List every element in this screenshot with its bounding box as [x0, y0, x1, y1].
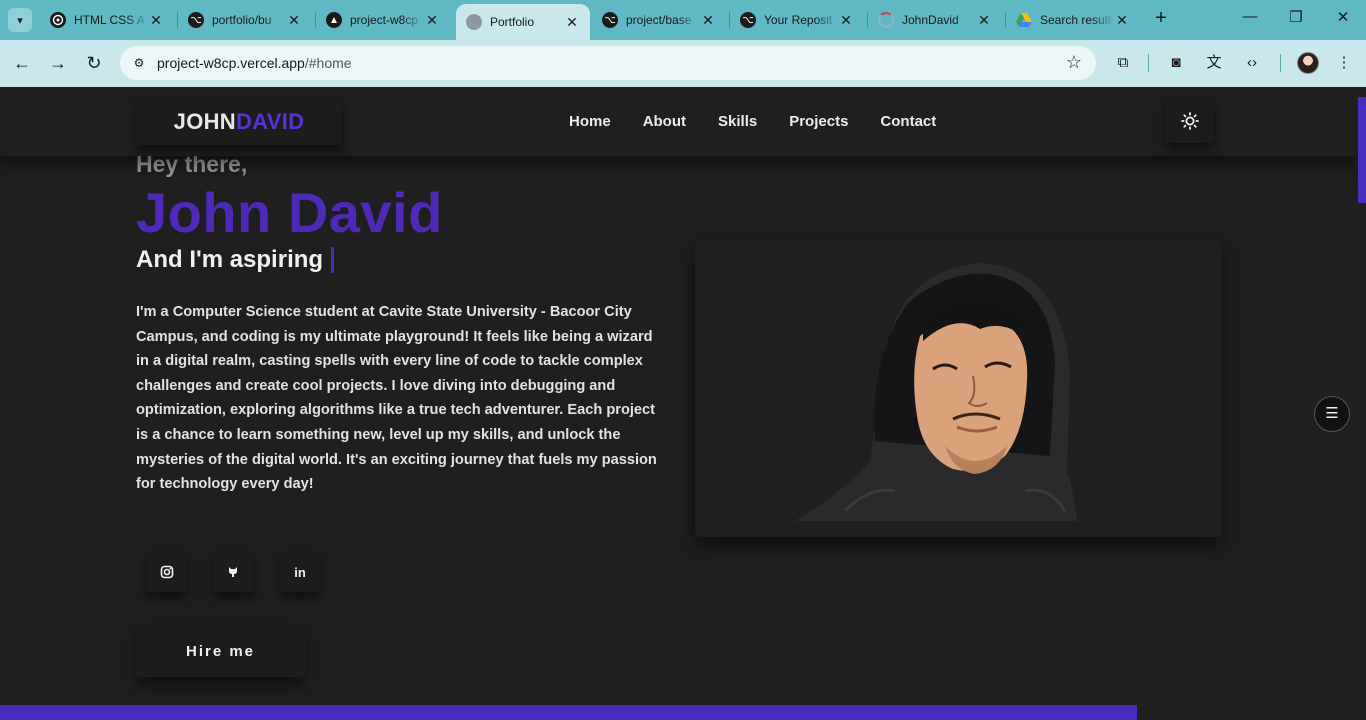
bookmark-star-icon[interactable]: ☆: [1066, 52, 1082, 73]
url-host: project-w8cp.vercel.app: [157, 55, 305, 71]
nav-home[interactable]: Home: [569, 113, 611, 130]
sun-icon: [1181, 112, 1199, 130]
url-path: /#home: [304, 55, 352, 71]
browser-tab-bar: ▾ HTML CSS A ✕ ⌥ portfolio/bu ✕ ▲ projec…: [0, 0, 1366, 40]
tab-title: Portfolio: [490, 15, 535, 29]
github-icon: ⌥: [740, 12, 756, 28]
tab-title: Your Reposit: [764, 13, 833, 27]
tab-portfolio[interactable]: Portfolio ✕: [456, 4, 590, 40]
tab-title: Search result: [1040, 13, 1111, 27]
close-icon[interactable]: ✕: [976, 12, 992, 29]
translate-icon[interactable]: ⽂: [1203, 52, 1225, 74]
url-text[interactable]: project-w8cp.vercel.app/#home: [157, 55, 352, 71]
close-icon[interactable]: ✕: [424, 12, 440, 29]
hero-tagline: And I'm aspiring: [136, 246, 335, 274]
scrollbar-thumb[interactable]: [1358, 97, 1366, 203]
github-icon: ⌥: [602, 12, 618, 28]
browser-toolbar: ← → ↻ ⚙ project-w8cp.vercel.app/#home ☆ …: [0, 40, 1366, 87]
tagline-text: And I'm aspiring: [136, 246, 324, 273]
new-tab-plus-icon[interactable]: +: [1150, 8, 1172, 30]
site-logo[interactable]: JOHN DAVID: [136, 98, 342, 145]
github-icon: [229, 567, 237, 577]
github-link[interactable]: [213, 552, 253, 592]
reload-icon[interactable]: ↻: [81, 50, 107, 76]
nav-projects[interactable]: Projects: [789, 113, 848, 130]
logo-second: DAVID: [236, 108, 305, 134]
minimize-icon[interactable]: —: [1238, 8, 1262, 25]
hero-name: John David: [136, 181, 443, 244]
extensions-puzzle-icon[interactable]: ⧉: [1112, 52, 1134, 74]
tab-search-results[interactable]: Search result ✕: [1006, 4, 1140, 36]
typing-caret: [331, 247, 335, 273]
menu-lines-icon: ☰: [1325, 405, 1339, 422]
tab-title: project-w8cp: [350, 13, 419, 27]
close-icon[interactable]: ✕: [1114, 12, 1130, 29]
restore-icon[interactable]: ❐: [1284, 8, 1308, 26]
linkedin-icon: in: [294, 564, 306, 580]
theme-toggle-button[interactable]: [1166, 99, 1214, 143]
loading-icon: [878, 12, 894, 28]
nav-about[interactable]: About: [643, 113, 686, 130]
toolbar-divider: [1280, 54, 1281, 72]
kebab-menu-icon[interactable]: ⋮: [1333, 52, 1355, 74]
forward-arrow-icon[interactable]: →: [45, 50, 71, 76]
tab-project-base[interactable]: ⌥ project/base ✕: [592, 4, 726, 36]
nav-skills[interactable]: Skills: [718, 113, 757, 130]
tab-portfolio-github[interactable]: ⌥ portfolio/bu ✕: [178, 4, 312, 36]
hero-bio: I'm a Computer Science student at Cavite…: [136, 304, 657, 493]
profile-portrait-illustration: [795, 263, 1077, 521]
toolbar-divider: [1148, 54, 1149, 72]
site-settings-icon[interactable]: ⚙: [128, 52, 150, 74]
chatgpt-icon: [50, 12, 66, 28]
linkedin-link[interactable]: in: [280, 552, 320, 592]
google-drive-icon: [1016, 12, 1032, 28]
tab-title: project/base: [626, 13, 692, 27]
profile-photo-card: [695, 241, 1222, 537]
tab-html-css[interactable]: HTML CSS A ✕: [40, 4, 174, 36]
instagram-icon: [160, 565, 174, 579]
close-icon[interactable]: ✕: [148, 12, 164, 29]
close-icon[interactable]: ✕: [564, 14, 580, 31]
address-bar[interactable]: ⚙ project-w8cp.vercel.app/#home ☆: [120, 46, 1096, 80]
globe-icon: [466, 14, 482, 30]
screenshot-icon[interactable]: ◙: [1165, 52, 1187, 74]
tab-title: portfolio/bu: [212, 13, 272, 27]
nav-contact[interactable]: Contact: [880, 113, 936, 130]
hire-me-button[interactable]: Hire me: [136, 625, 305, 677]
close-icon[interactable]: ✕: [838, 12, 854, 29]
devtools-code-icon[interactable]: ‹›: [1241, 52, 1263, 74]
tab-johndavid[interactable]: JohnDavid ✕: [868, 4, 1002, 36]
tab-title: HTML CSS A: [74, 13, 145, 27]
main-nav: Home About Skills Projects Contact: [569, 113, 968, 130]
tab-your-repositories[interactable]: ⌥ Your Reposit ✕: [730, 4, 864, 36]
github-icon: ⌥: [188, 12, 204, 28]
back-arrow-icon[interactable]: ←: [9, 50, 35, 76]
tab-search-chevron-icon[interactable]: ▾: [8, 8, 32, 32]
scroll-progress-bar: [0, 705, 1137, 720]
page-scrollbar[interactable]: [1358, 87, 1366, 720]
floating-menu-button[interactable]: ☰: [1314, 396, 1350, 432]
close-window-icon[interactable]: ✕: [1331, 8, 1355, 26]
logo-first: JOHN: [173, 108, 236, 134]
site-header: JOHN DAVID Home About Skills Projects Con…: [0, 87, 1358, 156]
close-icon[interactable]: ✕: [286, 12, 302, 29]
tab-vercel-project[interactable]: ▲ project-w8cp ✕: [316, 4, 450, 36]
page-viewport: JOHN DAVID Home About Skills Projects Con…: [0, 87, 1366, 720]
tab-title: JohnDavid: [902, 13, 959, 27]
close-icon[interactable]: ✕: [700, 12, 716, 29]
instagram-link[interactable]: [147, 552, 187, 592]
vercel-icon: ▲: [326, 12, 342, 28]
profile-avatar[interactable]: [1297, 52, 1319, 74]
